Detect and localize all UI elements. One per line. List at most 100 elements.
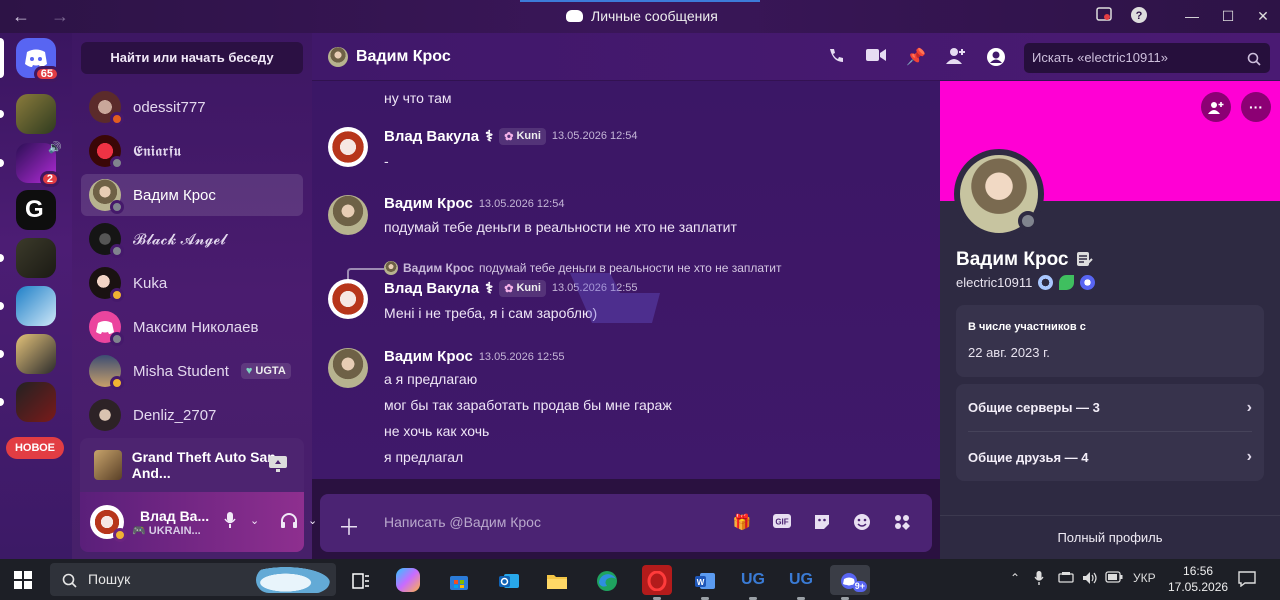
message-header: Вадим Крос 13.05.2026 12:55 (384, 348, 564, 365)
badge-icon[interactable] (1038, 275, 1054, 290)
author-avatar[interactable] (328, 279, 368, 319)
message-text: а я предлагаю (384, 371, 478, 387)
server-icon-4[interactable] (0, 238, 56, 278)
forward-arrow-icon[interactable]: → (51, 6, 77, 26)
author-name[interactable]: Влад Вакула (384, 128, 479, 145)
voice-call-icon[interactable] (825, 47, 847, 69)
taskbar-search-input[interactable]: Пошук (50, 563, 336, 596)
copilot-icon[interactable] (396, 568, 420, 592)
avatar (89, 399, 121, 431)
full-profile-button[interactable]: Полный профиль (940, 515, 1280, 559)
message-header: Влад Вакула ⚕ ✿ Kuni 13.05.2026 12:54 (384, 127, 638, 145)
author-name[interactable]: Вадим Крос (384, 195, 473, 212)
dm-name: 𝓑𝓵𝓪𝓬𝓴 𝓐𝓷𝓰𝓮𝓵 (133, 230, 227, 248)
emoji-icon[interactable] (852, 513, 872, 533)
sticker-icon[interactable] (812, 513, 832, 533)
new-servers-pill[interactable]: НОВОЕ (6, 437, 64, 459)
system-clock[interactable]: 16:56 17.05.2026 (1168, 563, 1228, 595)
screen-share-icon[interactable] (268, 455, 288, 476)
gif-icon[interactable]: GIF (772, 513, 792, 533)
back-arrow-icon[interactable]: ← (12, 6, 38, 26)
profile-avatar[interactable] (954, 149, 1044, 239)
add-member-icon[interactable] (945, 47, 967, 69)
pin-icon[interactable]: 📌 (905, 47, 927, 69)
file-explorer-icon[interactable] (542, 565, 572, 595)
author-name[interactable]: Влад Вакула (384, 280, 479, 297)
dm-item-black-angel[interactable]: 𝓑𝓵𝓪𝓬𝓴 𝓐𝓷𝓰𝓮𝓵 (81, 218, 303, 260)
message-text: подумай тебе деньги в реальности не хто … (384, 219, 737, 235)
gift-icon[interactable]: 🎁 (732, 513, 752, 533)
home-server[interactable]: 65 (0, 38, 60, 82)
server-icon-7[interactable] (0, 382, 56, 422)
message-input[interactable]: Написать @Вадим Крос (384, 514, 541, 530)
dm-item-odessit777[interactable]: odessit777 (81, 86, 303, 128)
server-icon-6[interactable] (0, 334, 56, 374)
apps-icon[interactable] (892, 513, 912, 533)
windows-start-icon[interactable] (14, 571, 32, 589)
keyboard-language[interactable]: УКР (1133, 571, 1156, 585)
server-icon-5[interactable] (0, 286, 56, 326)
maximize-icon[interactable]: ☐ (1218, 6, 1238, 26)
leaf-badge-icon[interactable] (1059, 275, 1075, 290)
server-icon-3[interactable]: G (16, 190, 56, 230)
user-avatar[interactable] (90, 505, 127, 542)
task-view-icon[interactable] (346, 565, 376, 595)
tray-battery-icon[interactable] (1105, 571, 1123, 586)
activity-panel[interactable]: Grand Theft Auto San And... (80, 438, 304, 492)
chevron-right-icon: › (1246, 448, 1252, 465)
dm-name: Максим Николаев (133, 318, 259, 336)
chat-recipient[interactable]: Вадим Крос (328, 47, 451, 67)
server-icon-1[interactable] (0, 94, 56, 134)
nitro-badge-icon[interactable] (1080, 275, 1096, 290)
discord-taskbar-icon[interactable]: 9+ (830, 565, 870, 600)
author-avatar[interactable] (328, 348, 368, 388)
notification-center-icon[interactable] (1238, 571, 1256, 590)
mutual-friends-row[interactable]: Общие друзья — 4 › (968, 433, 1252, 481)
opera-icon[interactable] (642, 565, 672, 600)
dm-item-eniarfu[interactable]: 𝕰𝖓𝖎𝖆𝖗𝖋𝖚 (81, 130, 303, 172)
dm-item-vadim-kros[interactable]: Вадим Крос (81, 174, 303, 216)
avatar (89, 179, 124, 214)
minimize-icon[interactable]: — (1182, 6, 1202, 26)
tray-network-icon[interactable] (1058, 571, 1074, 586)
close-icon[interactable]: ✕ (1253, 6, 1273, 26)
dm-item-kuka[interactable]: Kuka (81, 262, 303, 304)
headphones-icon[interactable] (280, 512, 298, 531)
help-icon[interactable]: ? (1129, 6, 1149, 26)
inbox-icon[interactable] (1094, 6, 1114, 26)
tray-volume-icon[interactable] (1082, 571, 1098, 588)
avatar (89, 267, 124, 302)
microphone-icon[interactable] (224, 512, 236, 531)
note-icon[interactable] (1076, 251, 1093, 269)
author-avatar[interactable] (328, 127, 368, 167)
server-unread-badge: 2 (39, 171, 60, 187)
dm-item-denliz[interactable]: Denliz_2707 (81, 394, 303, 436)
server-icon-2[interactable]: 🔊 2 (0, 142, 62, 187)
dm-item-misha-student[interactable]: Misha Student ♥ UGTA (81, 350, 303, 392)
chevron-down-icon[interactable]: ⌄ (308, 514, 317, 527)
chat-search-input[interactable]: Искать «electric10911» (1024, 43, 1270, 73)
ugta-app-icon[interactable]: UG (738, 565, 768, 600)
store-icon[interactable] (444, 565, 474, 595)
author-avatar[interactable] (328, 195, 368, 235)
dm-name: 𝕰𝖓𝖎𝖆𝖗𝖋𝖚 (133, 142, 182, 160)
author-name[interactable]: Вадим Крос (384, 348, 473, 365)
more-options-button[interactable]: ··· (1241, 92, 1271, 122)
game-icon (94, 450, 122, 480)
ugta-app-icon-2[interactable]: UG (786, 565, 816, 600)
word-icon[interactable]: W (690, 565, 720, 600)
author-symbol: ⚕ (485, 280, 494, 297)
tray-microphone-icon[interactable] (1034, 571, 1044, 588)
user-profile-toggle-icon[interactable] (985, 47, 1007, 69)
video-call-icon[interactable] (865, 47, 887, 69)
tray-chevron-up-icon[interactable]: ⌃ (1010, 571, 1020, 585)
find-conversation-button[interactable]: Найти или начать беседу (81, 42, 303, 74)
chevron-down-icon[interactable]: ⌄ (250, 514, 259, 527)
outlook-icon[interactable] (494, 565, 524, 595)
window-title-text: Личные сообщения (591, 8, 718, 24)
edge-icon[interactable] (592, 565, 622, 595)
add-attachment-icon[interactable]: ＋ (338, 510, 360, 542)
dm-item-maksim-nikolaev[interactable]: Максим Николаев (81, 306, 303, 348)
mutual-servers-row[interactable]: Общие серверы — 3 › (968, 384, 1252, 432)
add-friend-button[interactable] (1201, 92, 1231, 122)
